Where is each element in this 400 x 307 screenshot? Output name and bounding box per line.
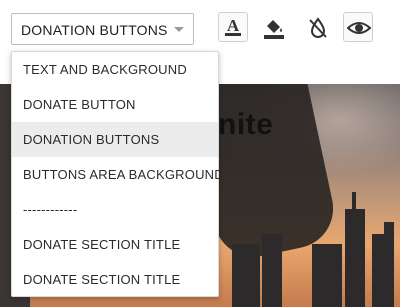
skyline-building (384, 222, 394, 236)
menu-option-donation-buttons[interactable]: DONATION BUTTONS (12, 122, 218, 157)
menu-option-donate-section-title[interactable]: DONATE SECTION TITLE (12, 227, 218, 262)
no-drop-icon (309, 17, 327, 38)
skyline-building (372, 234, 394, 307)
menu-option-buttons-area-background[interactable]: BUTTONS AREA BACKGROUND (12, 157, 224, 192)
element-select-menu: TEXT AND BACKGROUND DONATE BUTTON DONATI… (11, 51, 224, 297)
preview-title: nite (218, 108, 274, 141)
menu-option-separator: ------------ (23, 202, 78, 217)
skyline-building (232, 244, 260, 307)
text-color-button[interactable]: A (218, 12, 248, 42)
text-color-icon: A (225, 16, 241, 36)
skyline-building (352, 192, 356, 212)
text-color-glyph: A (227, 16, 240, 35)
paint-bucket-icon (264, 20, 284, 39)
element-select[interactable]: DONATION BUTTONS (11, 13, 194, 45)
visibility-button[interactable] (343, 12, 373, 42)
skyline-building (312, 244, 342, 307)
skyline-building (262, 234, 282, 307)
menu-option-text-and-background[interactable]: TEXT AND BACKGROUND (12, 52, 218, 87)
menu-option-donate-section-title[interactable]: DONATE SECTION TITLE (12, 262, 218, 297)
element-select-value: DONATION BUTTONS (21, 22, 168, 38)
skyline-building (345, 209, 365, 307)
eye-icon (347, 22, 371, 34)
fill-color-button[interactable] (258, 12, 288, 42)
chevron-down-icon (174, 27, 184, 32)
no-fill-button[interactable] (302, 12, 332, 42)
menu-option-donate-button[interactable]: DONATE BUTTON (12, 87, 218, 122)
